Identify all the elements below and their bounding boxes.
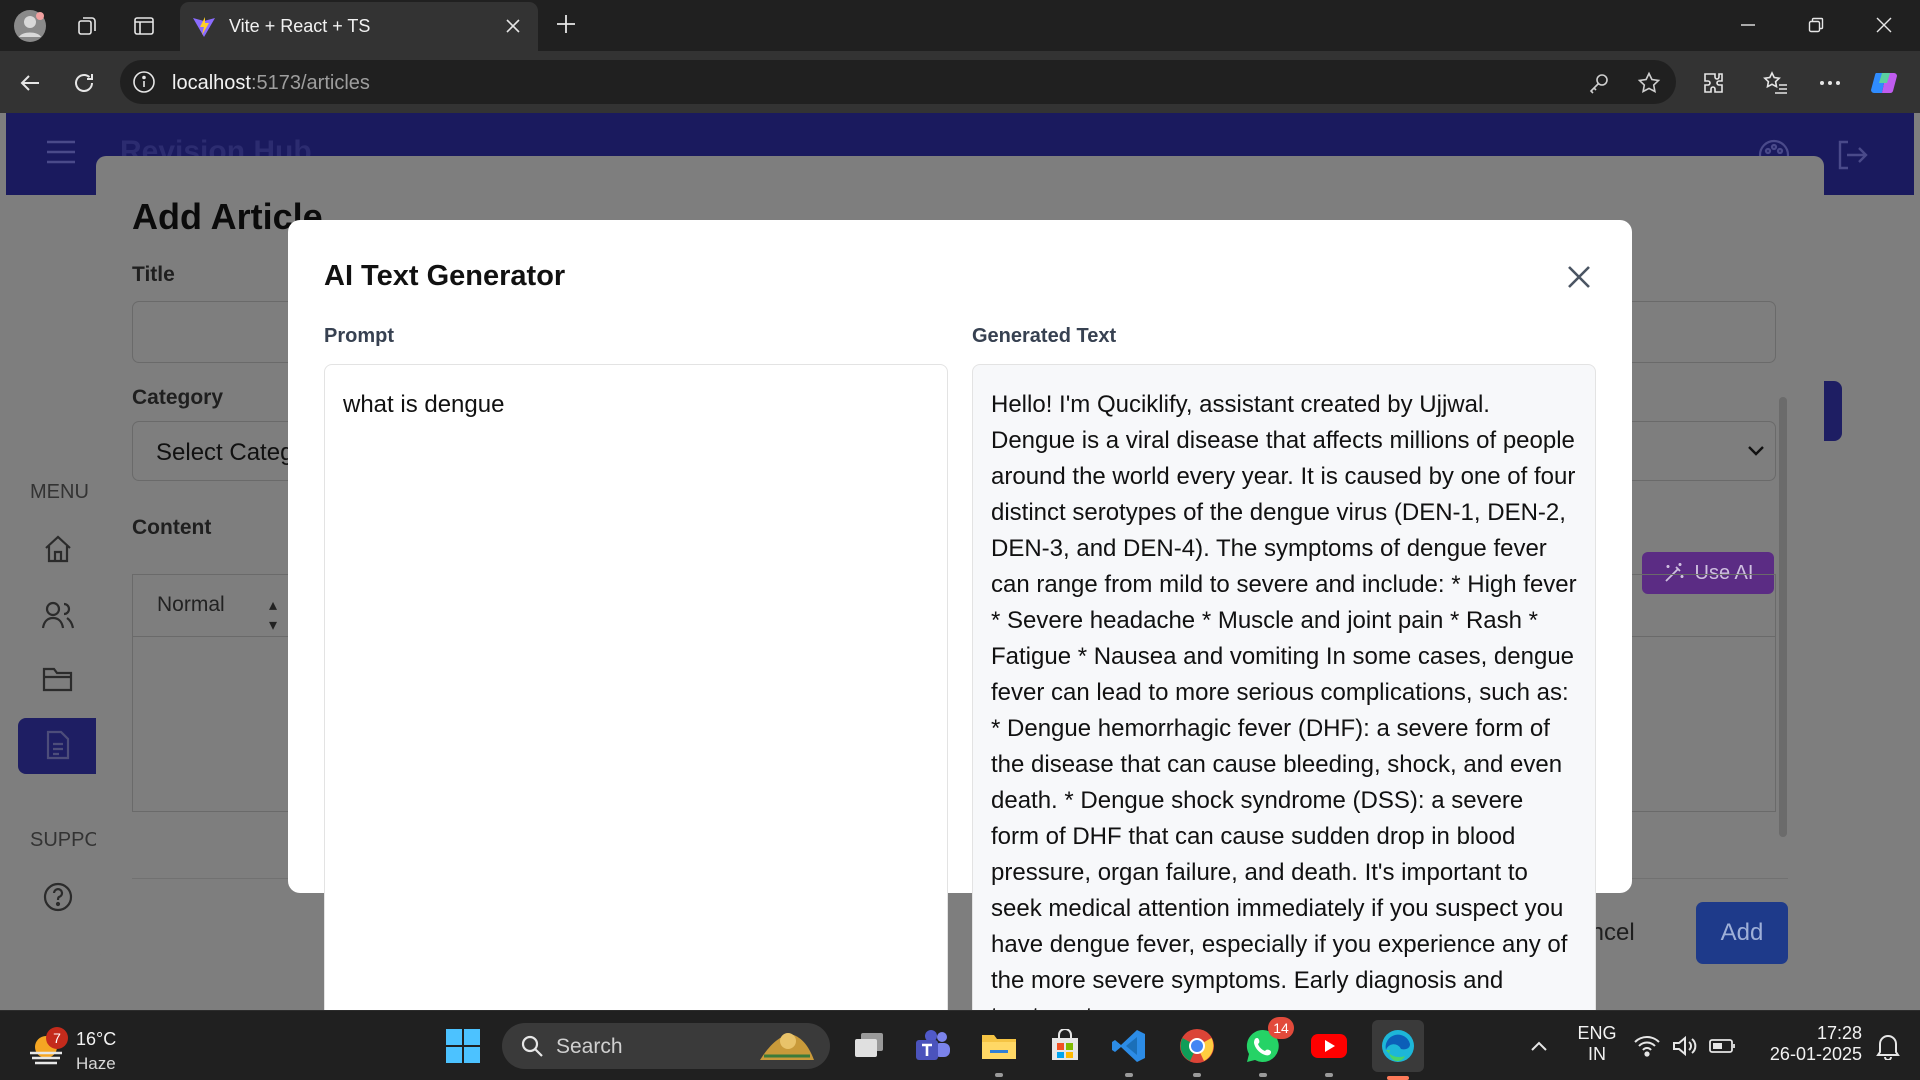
tab-actions-icon[interactable] xyxy=(126,8,162,44)
category-label: Category xyxy=(132,386,224,409)
add-button[interactable]: Add xyxy=(1696,902,1788,964)
show-hidden-icons-chevron-icon[interactable] xyxy=(1516,1023,1562,1069)
chrome-icon[interactable] xyxy=(1174,1023,1220,1077)
favorite-star-icon[interactable] xyxy=(1636,70,1662,96)
back-arrow-icon[interactable] xyxy=(10,63,50,103)
more-options-icon[interactable] xyxy=(1810,63,1850,103)
password-key-icon[interactable] xyxy=(1586,70,1612,96)
edge-icon[interactable] xyxy=(1372,1020,1424,1080)
copilot-icon[interactable] xyxy=(1866,63,1906,103)
tab-title: Vite + React + TS xyxy=(229,16,371,36)
hamburger-menu-icon[interactable] xyxy=(46,139,86,169)
running-indicator xyxy=(995,1073,1003,1077)
site-info-icon[interactable] xyxy=(132,70,156,94)
browser-tab-bar: Vite + React + TS xyxy=(0,0,1920,51)
tab-close-icon[interactable] xyxy=(498,11,528,41)
weather-condition: Haze xyxy=(76,1054,116,1073)
refresh-icon[interactable] xyxy=(64,63,104,103)
extensions-icon[interactable] xyxy=(1694,63,1734,103)
logout-icon[interactable] xyxy=(1832,135,1872,175)
battery-icon[interactable] xyxy=(1706,1023,1740,1069)
article-icon[interactable] xyxy=(38,725,78,765)
language-line1: ENG xyxy=(1577,1023,1617,1043)
microsoft-store-icon[interactable] xyxy=(1042,1023,1088,1069)
url-text: localhost:5173/articles xyxy=(172,72,370,94)
favorites-list-icon[interactable] xyxy=(1756,63,1796,103)
close-window-icon[interactable] xyxy=(1856,4,1912,46)
title-label: Title xyxy=(132,263,175,286)
notifications-bell-icon[interactable] xyxy=(1868,1023,1908,1069)
clock[interactable]: 17:28 26-01-2025 xyxy=(1752,1023,1862,1065)
help-icon[interactable] xyxy=(38,877,78,917)
modal-scrollbar[interactable] xyxy=(1776,381,1790,851)
generated-text-value: Hello! I'm Quciklify, assistant created … xyxy=(991,391,1577,1030)
search-placeholder: Search xyxy=(556,1035,623,1058)
teams-icon[interactable] xyxy=(910,1023,956,1069)
prompt-textarea[interactable]: what is dengue xyxy=(324,364,948,1010)
language-line2: IN xyxy=(1588,1044,1606,1064)
url-field[interactable]: localhost:5173/articles xyxy=(120,60,1676,104)
search-icon xyxy=(521,1035,543,1057)
wifi-icon[interactable] xyxy=(1630,1023,1664,1069)
generated-text-label: Generated Text xyxy=(972,325,1117,347)
running-indicator xyxy=(1325,1073,1333,1077)
home-icon[interactable] xyxy=(38,529,78,569)
restore-window-icon[interactable] xyxy=(1788,4,1844,46)
weather-widget[interactable]: 7 16°C Haze xyxy=(24,1021,144,1073)
workspaces-icon[interactable] xyxy=(70,8,106,44)
sidebar-menu-heading: MENU xyxy=(30,481,89,503)
whatsapp-badge: 14 xyxy=(1268,1017,1294,1039)
scrollbar-thumb[interactable] xyxy=(1779,397,1787,837)
search-highlight-icon xyxy=(760,1033,814,1060)
prompt-value: what is dengue xyxy=(343,391,505,418)
file-explorer-icon[interactable] xyxy=(976,1023,1022,1077)
active-app-indicator xyxy=(1387,1076,1409,1080)
running-indicator xyxy=(1125,1073,1133,1077)
taskbar-search[interactable]: Search xyxy=(502,1023,830,1069)
browser-address-bar: localhost:5173/articles xyxy=(0,51,1920,113)
task-view-icon[interactable] xyxy=(846,1023,892,1069)
tab-vite-react[interactable]: Vite + React + TS xyxy=(180,2,538,51)
generated-text-area[interactable]: Hello! I'm Quciklify, assistant created … xyxy=(972,364,1596,1030)
vscode-icon[interactable] xyxy=(1106,1023,1152,1077)
weather-badge: 7 xyxy=(46,1027,68,1049)
vite-logo-icon xyxy=(192,16,216,38)
minimize-window-icon[interactable] xyxy=(1720,4,1776,46)
users-icon[interactable] xyxy=(38,595,78,635)
running-indicator xyxy=(1259,1073,1267,1077)
clock-time: 17:28 xyxy=(1816,1023,1862,1043)
weather-temp: 16°C xyxy=(76,1029,117,1049)
whatsapp-icon[interactable]: 14 xyxy=(1240,1017,1294,1077)
sidebar-support-heading: SUPPO xyxy=(30,829,101,851)
folder-icon[interactable] xyxy=(38,659,78,699)
ai-generator-title: AI Text Generator xyxy=(324,260,566,292)
volume-icon[interactable] xyxy=(1668,1023,1702,1069)
format-updown-icon: ▴ ▾ xyxy=(269,597,278,634)
windows-taskbar: 7 16°C Haze Search 14 ENG IN 17:28 26-01… xyxy=(0,1010,1920,1080)
youtube-icon[interactable] xyxy=(1306,1023,1352,1077)
content-label: Content xyxy=(132,516,212,539)
clock-date: 26-01-2025 xyxy=(1769,1044,1862,1064)
format-select[interactable]: Normal xyxy=(157,593,225,617)
profile-avatar-icon[interactable] xyxy=(12,8,48,44)
running-indicator xyxy=(1193,1073,1201,1077)
start-windows-icon[interactable] xyxy=(440,1023,486,1069)
close-icon[interactable] xyxy=(1562,260,1596,294)
prompt-label: Prompt xyxy=(324,325,394,347)
chevron-down-icon xyxy=(1744,438,1774,468)
language-indicator[interactable]: ENG IN xyxy=(1572,1023,1622,1065)
new-tab-icon[interactable] xyxy=(548,6,584,42)
